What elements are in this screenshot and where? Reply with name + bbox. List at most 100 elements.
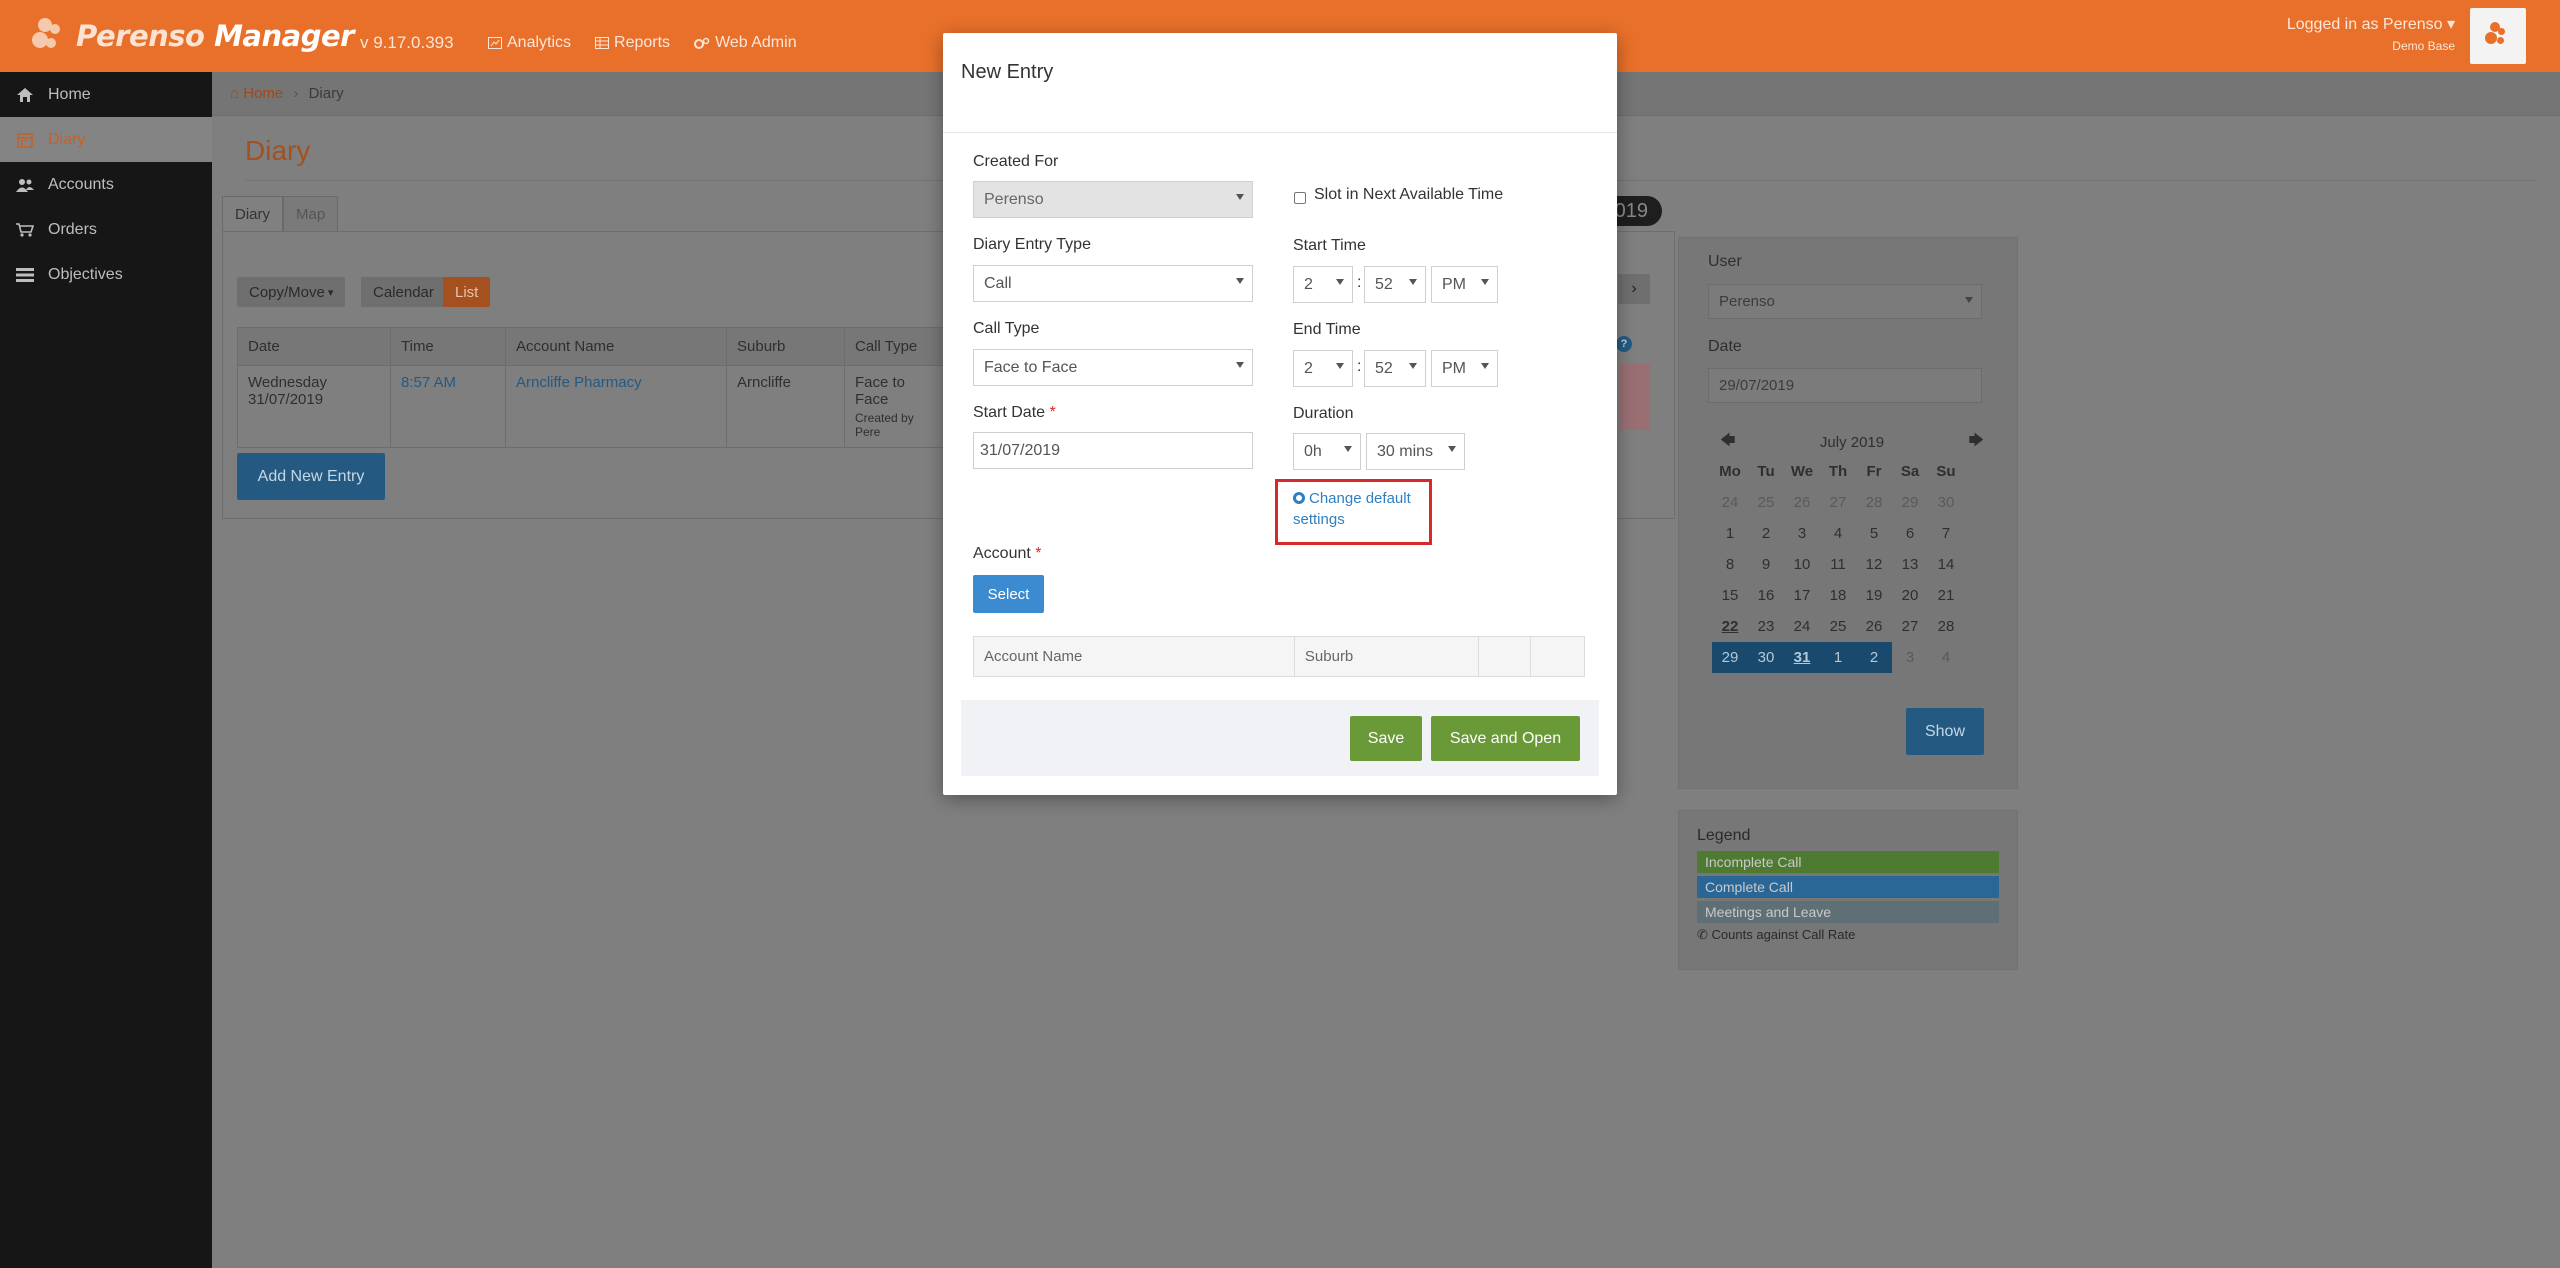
calendar-day[interactable]: 27 (1892, 611, 1928, 642)
calendar-day[interactable]: 24 (1784, 611, 1820, 642)
end-ampm-select[interactable]: PM (1431, 350, 1498, 387)
tab-map[interactable]: Map (283, 196, 339, 232)
column-header[interactable]: Account Name (505, 327, 727, 366)
end-minute-select[interactable]: 52 (1364, 350, 1426, 387)
date-input[interactable]: 29/07/2019 (1708, 368, 1982, 403)
calendar-day[interactable]: 10 (1784, 549, 1820, 580)
sidebar-item-accounts[interactable]: Accounts (0, 162, 212, 207)
column-header[interactable]: Date (237, 327, 391, 366)
prev-month-icon[interactable]: 🡄 (1720, 430, 1736, 455)
calendar-day[interactable]: 7 (1928, 518, 1964, 549)
duration-minutes-select[interactable]: 30 mins (1366, 433, 1465, 470)
calendar-day[interactable]: 27 (1820, 487, 1856, 518)
calendar-day[interactable]: 12 (1856, 549, 1892, 580)
tab-diary[interactable]: Diary (222, 196, 284, 232)
calendar-day[interactable]: 20 (1892, 580, 1928, 611)
calendar-day[interactable]: 28 (1856, 487, 1892, 518)
calendar-day[interactable]: 30 (1928, 487, 1964, 518)
calendar-day[interactable]: 26 (1856, 611, 1892, 642)
calendar-day[interactable]: 4 (1928, 642, 1964, 673)
calendar-day[interactable]: 8 (1712, 549, 1748, 580)
sidebar-item-diary[interactable]: Diary (0, 117, 222, 162)
nav-web-admin[interactable]: Web Admin (694, 34, 797, 52)
caret-down-icon (1409, 363, 1417, 369)
logo-mark-icon (28, 14, 72, 58)
select-account-button[interactable]: Select (973, 575, 1044, 613)
calendar-day[interactable]: 16 (1748, 580, 1784, 611)
start-minute-select[interactable]: 52 (1364, 266, 1426, 303)
calendar-day-selected[interactable]: 2 (1856, 642, 1892, 673)
list-view-button[interactable]: List (443, 277, 491, 307)
calendar-day[interactable]: 6 (1892, 518, 1928, 549)
calendar-grid: Mo Tu We Th Fr Sa Su 24 25 26 27 28 29 3… (1712, 456, 1992, 673)
entry-type-select[interactable]: Call (973, 265, 1253, 302)
calendar-day[interactable]: 4 (1820, 518, 1856, 549)
sidebar-item-home[interactable]: Home (0, 72, 212, 117)
caret-down-icon (1481, 279, 1489, 285)
calendar-day-selected[interactable]: 1 (1820, 642, 1856, 673)
change-default-settings-link[interactable]: Change default settings (1293, 488, 1423, 530)
calendar-day[interactable]: 1 (1712, 518, 1748, 549)
table-row[interactable]: Wednesday 31/07/2019 8:57 AM Arncliffe Ph… (237, 365, 945, 448)
calendar-day[interactable]: 29 (1892, 487, 1928, 518)
calendar-day[interactable]: 3 (1892, 642, 1928, 673)
sidebar-item-objectives[interactable]: Objectives (0, 252, 212, 297)
save-and-open-button[interactable]: Save and Open (1431, 716, 1580, 761)
calendar-day[interactable]: 25 (1748, 487, 1784, 518)
column-header[interactable]: Time (390, 327, 506, 366)
start-date-input[interactable]: 31/07/2019 (973, 432, 1253, 469)
column-header[interactable]: Account Name (974, 637, 1295, 676)
calendar-day[interactable]: 28 (1928, 611, 1964, 642)
column-header[interactable]: Call Type (844, 327, 945, 366)
call-type-select[interactable]: Face to Face (973, 349, 1253, 386)
start-ampm-select[interactable]: PM (1431, 266, 1498, 303)
nav-reports[interactable]: Reports (595, 34, 670, 52)
end-hour-select[interactable]: 2 (1293, 350, 1353, 387)
calendar-day[interactable]: 3 (1784, 518, 1820, 549)
start-hour-select[interactable]: 2 (1293, 266, 1353, 303)
add-new-entry-button[interactable]: Add New Entry (237, 453, 385, 500)
calendar-day[interactable]: 18 (1820, 580, 1856, 611)
calendar-day[interactable]: 17 (1784, 580, 1820, 611)
next-month-icon[interactable]: 🡆 (1969, 430, 1985, 455)
calendar-day[interactable]: 23 (1748, 611, 1784, 642)
calendar-day-selected[interactable]: 30 (1748, 642, 1784, 673)
weekday-header: Mo (1719, 463, 1741, 480)
calendar-day[interactable]: 14 (1928, 549, 1964, 580)
column-header[interactable]: Suburb (1295, 637, 1480, 676)
brand-name: Perenso Manager (76, 19, 354, 53)
calendar-day[interactable]: 11 (1820, 549, 1856, 580)
calendar-day[interactable]: 26 (1784, 487, 1820, 518)
calendar-day-selected[interactable]: 29 (1712, 642, 1748, 673)
account-cell[interactable]: Arncliffe Pharmacy (505, 365, 727, 448)
time-cell[interactable]: 8:57 AM (390, 365, 506, 448)
help-icon[interactable]: ? (1616, 336, 1632, 352)
calendar-day[interactable]: 24 (1712, 487, 1748, 518)
calendar-day-today[interactable]: 22 (1712, 611, 1748, 642)
duration-hours-select[interactable]: 0h (1293, 433, 1361, 470)
sidebar-item-orders[interactable]: Orders (0, 207, 212, 252)
calendar-day[interactable]: 15 (1712, 580, 1748, 611)
calendar-day[interactable]: 2 (1748, 518, 1784, 549)
calendar-day[interactable]: 25 (1820, 611, 1856, 642)
calendar-day[interactable]: 9 (1748, 549, 1784, 580)
show-button[interactable]: Show (1906, 708, 1984, 755)
calendar-day[interactable]: 19 (1856, 580, 1892, 611)
calendar-day[interactable]: 13 (1892, 549, 1928, 580)
save-button[interactable]: Save (1350, 716, 1422, 761)
perenso-logo[interactable]: Perenso Manager (28, 10, 354, 62)
calendar-day[interactable]: 21 (1928, 580, 1964, 611)
nav-analytics[interactable]: Analytics (488, 34, 571, 52)
slot-next-available-checkbox[interactable] (1294, 192, 1306, 204)
slot-next-available-label[interactable]: Slot in Next Available Time (1314, 186, 1503, 204)
calendar-day[interactable]: 5 (1856, 518, 1892, 549)
user-select[interactable]: Perenso (1708, 284, 1982, 319)
breadcrumb-home[interactable]: ⌂ Home (230, 85, 283, 102)
next-page-button[interactable]: › (1618, 274, 1650, 304)
column-header[interactable]: Suburb (726, 327, 845, 366)
user-menu[interactable]: Logged in as Perenso ▾ Demo Base (2287, 14, 2455, 53)
calendar-day-selected[interactable]: 31 (1784, 642, 1820, 673)
calendar-view-button[interactable]: Calendar (361, 277, 446, 307)
copy-move-button[interactable]: Copy/Move ▾ (237, 277, 346, 307)
company-logo[interactable] (2470, 8, 2526, 64)
